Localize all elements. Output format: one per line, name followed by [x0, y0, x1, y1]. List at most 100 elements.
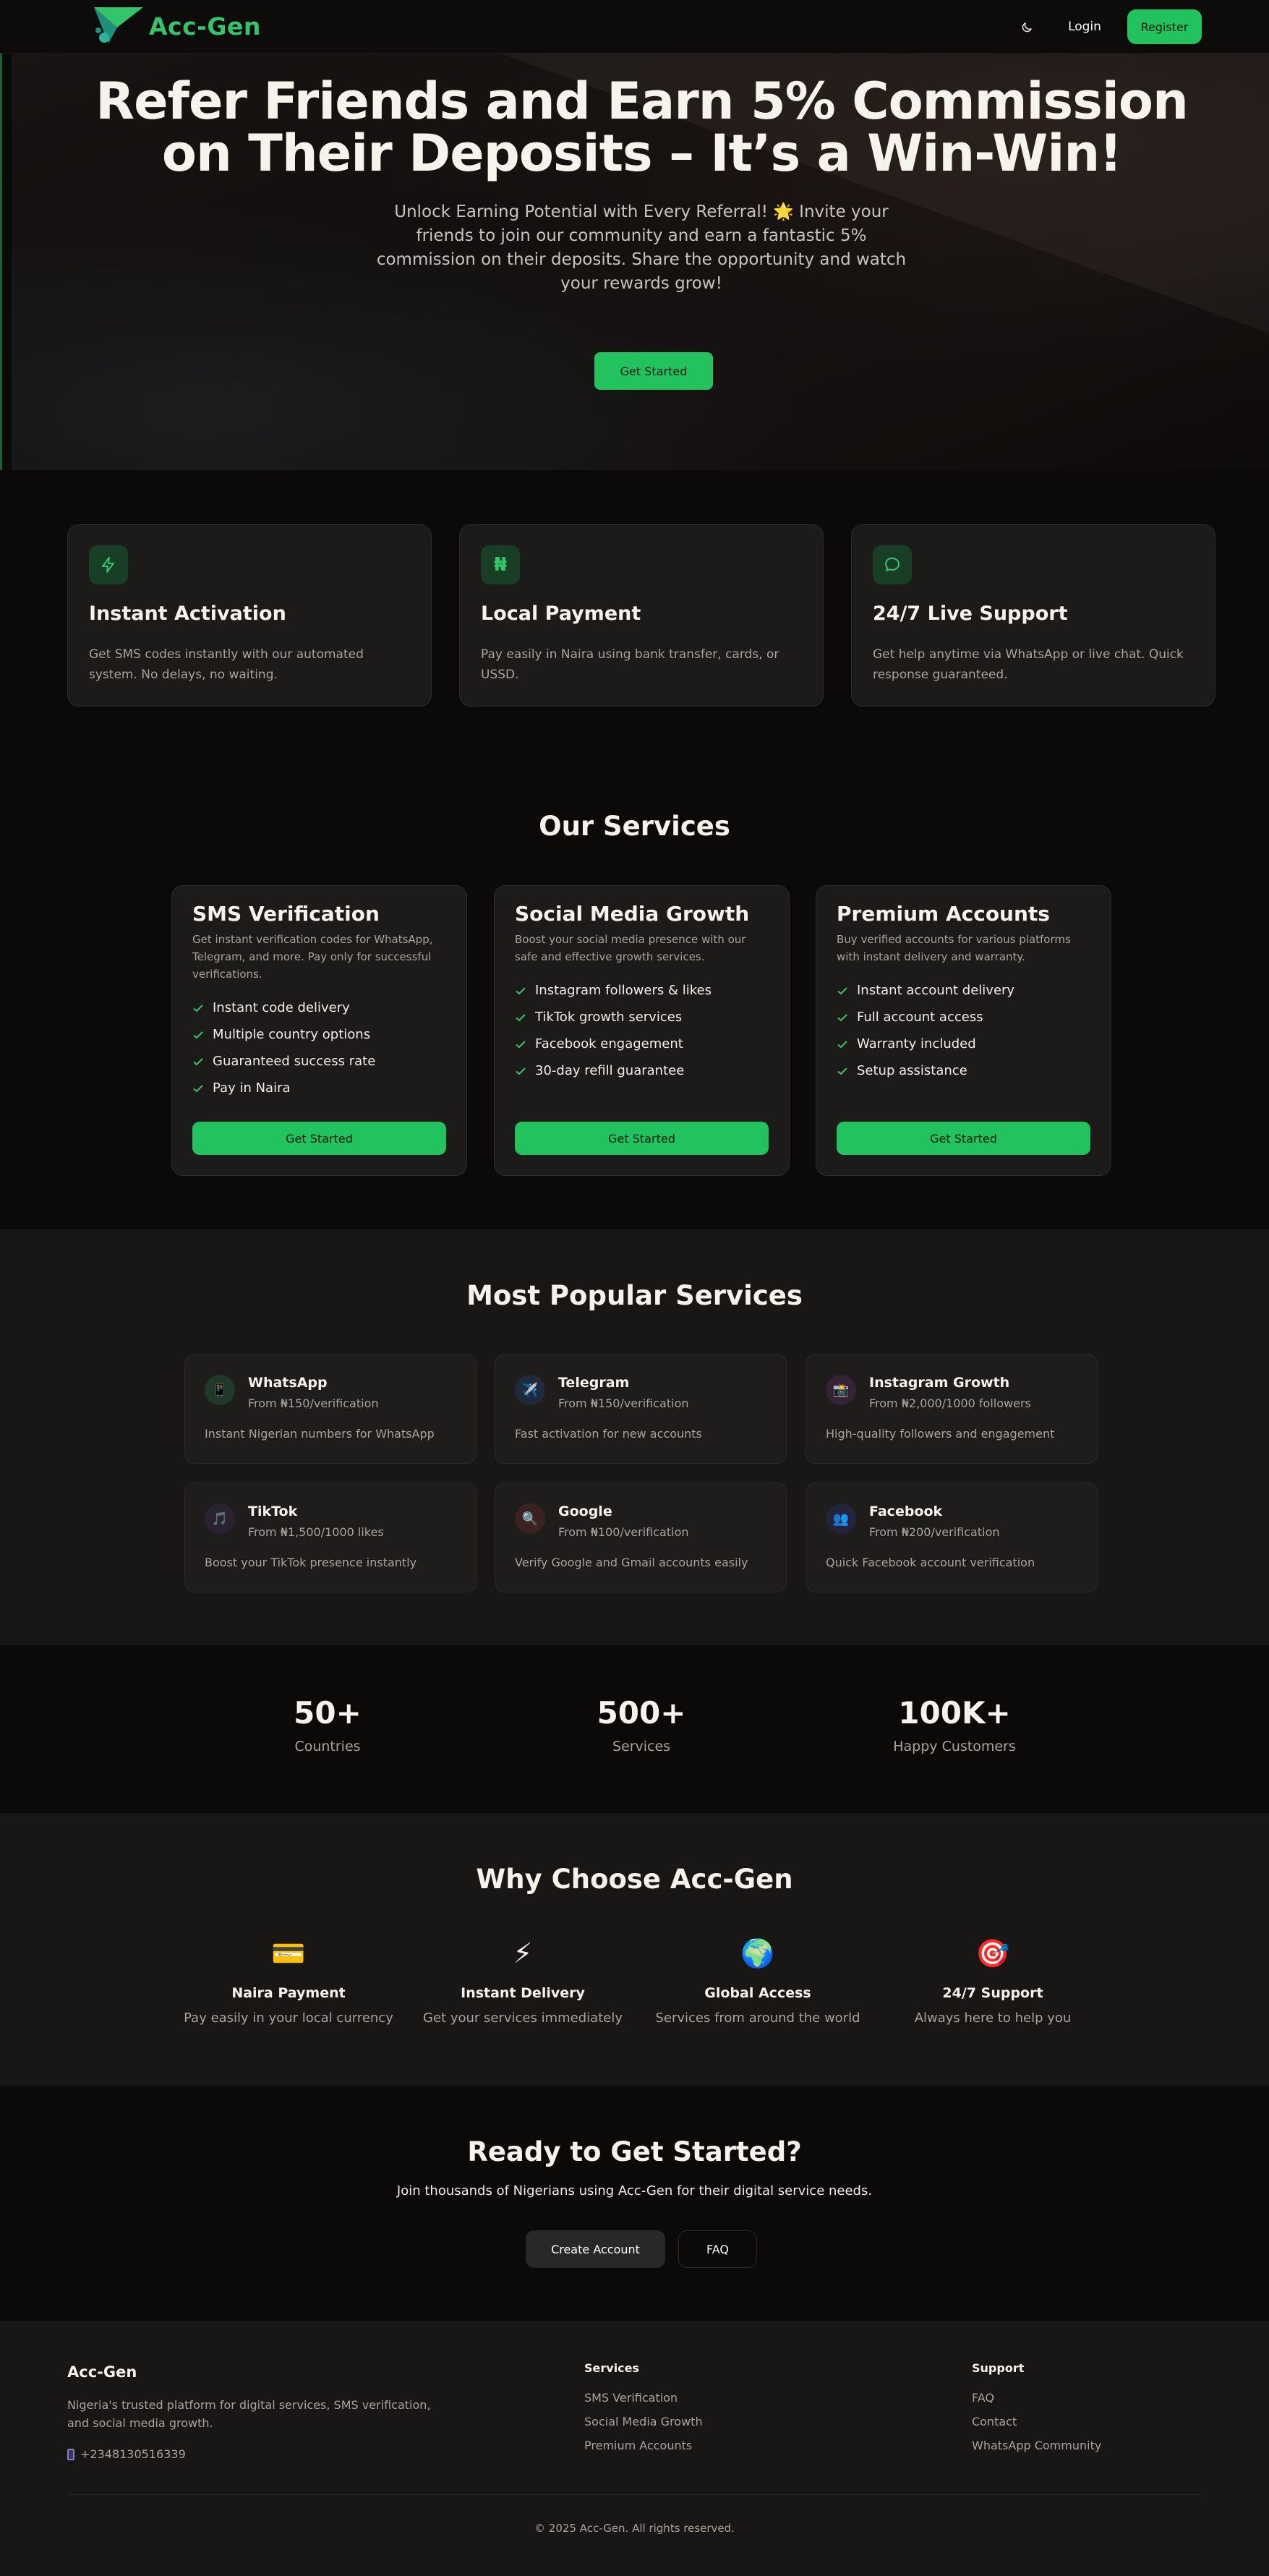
service-desc: Get instant verification codes for Whats…: [192, 933, 433, 981]
feature-card-instant-activation: Instant Activation Get SMS codes instant…: [67, 524, 432, 707]
service-title: SMS Verification: [192, 902, 380, 926]
brand-logo[interactable]: Acc-Gen: [93, 6, 261, 46]
popular-desc: Verify Google and Gmail accounts easily: [515, 1556, 748, 1569]
feature-card-local-payment: ₦ Local Payment Pay easily in Naira usin…: [459, 524, 824, 707]
footer-brand: Acc-Gen: [67, 2363, 137, 2381]
social-get-started-button[interactable]: Get Started: [515, 1122, 769, 1155]
footer-link-faq[interactable]: FAQ: [972, 2391, 994, 2405]
login-button[interactable]: Login: [1056, 10, 1114, 43]
service-desc: Buy verified accounts for various platfo…: [837, 933, 1071, 963]
stat-value: 500+: [597, 1695, 686, 1731]
register-button[interactable]: Register: [1127, 9, 1202, 44]
feature-title: 24/7 Live Support: [873, 602, 1068, 625]
check-icon: [193, 1084, 203, 1092]
feature-desc: Pay easily in Naira using bank transfer,…: [481, 647, 779, 682]
why-item-title: Global Access: [704, 1985, 811, 2001]
create-account-button[interactable]: Create Account: [526, 2230, 665, 2268]
services-section-title: Our Services: [539, 811, 730, 842]
footer-phone[interactable]: +2348130516339: [67, 2447, 186, 2461]
lightning-icon: ⚡: [513, 1937, 533, 1969]
phone-number: +2348130516339: [80, 2447, 186, 2461]
footer-divider: [67, 2494, 1202, 2495]
top-navbar: Acc-Gen Login Register: [0, 0, 1269, 54]
footer-link-sms-verification[interactable]: SMS Verification: [584, 2391, 678, 2405]
people-icon: 👥: [826, 1504, 856, 1534]
popular-desc: Fast activation for new accounts: [515, 1427, 702, 1441]
hero-edge-accent: [0, 54, 2, 470]
stat-label: Services: [612, 1739, 671, 1754]
footer-link-contact[interactable]: Contact: [972, 2415, 1017, 2428]
check-icon: [193, 1057, 203, 1065]
footer-services-heading: Services: [584, 2361, 640, 2375]
check-icon: [516, 986, 526, 994]
why-item-desc: Services from around the world: [655, 2010, 860, 2026]
globe-icon: 🌍: [740, 1937, 775, 1969]
check-icon: [837, 1013, 847, 1021]
footer-link-social-media-growth[interactable]: Social Media Growth: [584, 2415, 703, 2428]
popular-name: Telegram: [558, 1375, 630, 1391]
service-card-social-media-growth: Social Media Growth Boost your social me…: [494, 885, 790, 1176]
popular-name: Instagram Growth: [869, 1375, 1010, 1391]
popular-price: From ₦1,500/1000 likes: [248, 1525, 384, 1539]
service-card-premium-accounts: Premium Accounts Buy verified accounts f…: [816, 885, 1111, 1176]
phone-icon: 📱: [205, 1375, 235, 1405]
premium-get-started-button[interactable]: Get Started: [837, 1122, 1090, 1155]
popular-desc: Quick Facebook account verification: [826, 1556, 1035, 1569]
popular-price: From ₦2,000/1000 followers: [869, 1396, 1031, 1410]
music-note-icon: 🎵: [205, 1504, 235, 1534]
camera-icon: 📸: [826, 1375, 856, 1405]
theme-toggle-button[interactable]: [1015, 16, 1038, 39]
list-item: Multiple country options: [192, 1021, 375, 1048]
list-item: Instant account delivery: [837, 977, 1014, 1004]
paper-plane-logo-icon: [93, 6, 145, 46]
popular-name: WhatsApp: [248, 1375, 328, 1391]
popular-card-facebook[interactable]: 👥 Facebook From ₦200/verification Quick …: [806, 1483, 1098, 1592]
footer-link-whatsapp-community[interactable]: WhatsApp Community: [972, 2439, 1101, 2452]
list-item: Instant code delivery: [192, 994, 375, 1021]
check-icon: [193, 1004, 203, 1012]
list-item: Guaranteed success rate: [192, 1048, 375, 1075]
sms-get-started-button[interactable]: Get Started: [192, 1122, 446, 1155]
why-item-desc: Get your services immediately: [423, 2010, 623, 2026]
list-item: Full account access: [837, 1004, 1014, 1031]
service-feature-list: Instant account delivery Full account ac…: [837, 977, 1014, 1084]
list-item: Setup assistance: [837, 1057, 1014, 1084]
service-card-sms-verification: SMS Verification Get instant verificatio…: [171, 885, 467, 1176]
hero-subtitle: Unlock Earning Potential with Every Refe…: [376, 202, 907, 293]
feature-title: Local Payment: [481, 602, 641, 625]
faq-button[interactable]: FAQ: [678, 2230, 757, 2268]
popular-price: From ₦150/verification: [248, 1396, 379, 1410]
why-item-title: Naira Payment: [231, 1985, 346, 2001]
why-item-title: Instant Delivery: [461, 1985, 585, 2001]
moon-icon: [1022, 22, 1032, 33]
popular-name: Google: [558, 1504, 612, 1519]
feature-title: Instant Activation: [89, 602, 286, 625]
hero-get-started-button[interactable]: Get Started: [594, 352, 713, 390]
why-item-title: 24/7 Support: [942, 1985, 1043, 2001]
list-item: Instagram followers & likes: [515, 977, 712, 1004]
brand-name: Acc-Gen: [149, 12, 261, 40]
popular-card-whatsapp[interactable]: 📱 WhatsApp From ₦150/verification Instan…: [184, 1354, 477, 1464]
popular-card-google[interactable]: 🔍 Google From ₦100/verification Verify G…: [495, 1483, 787, 1592]
popular-card-tiktok[interactable]: 🎵 TikTok From ₦1,500/1000 likes Boost yo…: [184, 1483, 477, 1592]
check-icon: [193, 1031, 203, 1038]
popular-price: From ₦200/verification: [869, 1525, 1000, 1539]
list-item: Pay in Naira: [192, 1075, 375, 1101]
stat-value: 100K+: [898, 1695, 1011, 1731]
popular-section-title: Most Popular Services: [466, 1280, 803, 1311]
popular-price: From ₦150/verification: [558, 1396, 689, 1410]
footer-description: Nigeria's trusted platform for digital s…: [67, 2398, 431, 2430]
popular-card-telegram[interactable]: ✈️ Telegram From ₦150/verification Fast …: [495, 1354, 787, 1464]
popular-desc: High-quality followers and engagement: [826, 1427, 1055, 1441]
cta-title: Ready to Get Started?: [467, 2136, 802, 2167]
credit-card-icon: 💳: [271, 1937, 306, 1969]
popular-card-instagram-growth[interactable]: 📸 Instagram Growth From ₦2,000/1000 foll…: [806, 1354, 1098, 1464]
list-item: 30-day refill guarantee: [515, 1057, 712, 1084]
target-icon: 🎯: [975, 1937, 1010, 1969]
popular-name: TikTok: [248, 1504, 298, 1519]
service-title: Premium Accounts: [837, 902, 1050, 926]
service-title: Social Media Growth: [515, 902, 750, 926]
stat-value: 50+: [294, 1695, 362, 1731]
footer-link-premium-accounts[interactable]: Premium Accounts: [584, 2439, 692, 2452]
why-section-title: Why Choose Acc-Gen: [476, 1864, 793, 1895]
